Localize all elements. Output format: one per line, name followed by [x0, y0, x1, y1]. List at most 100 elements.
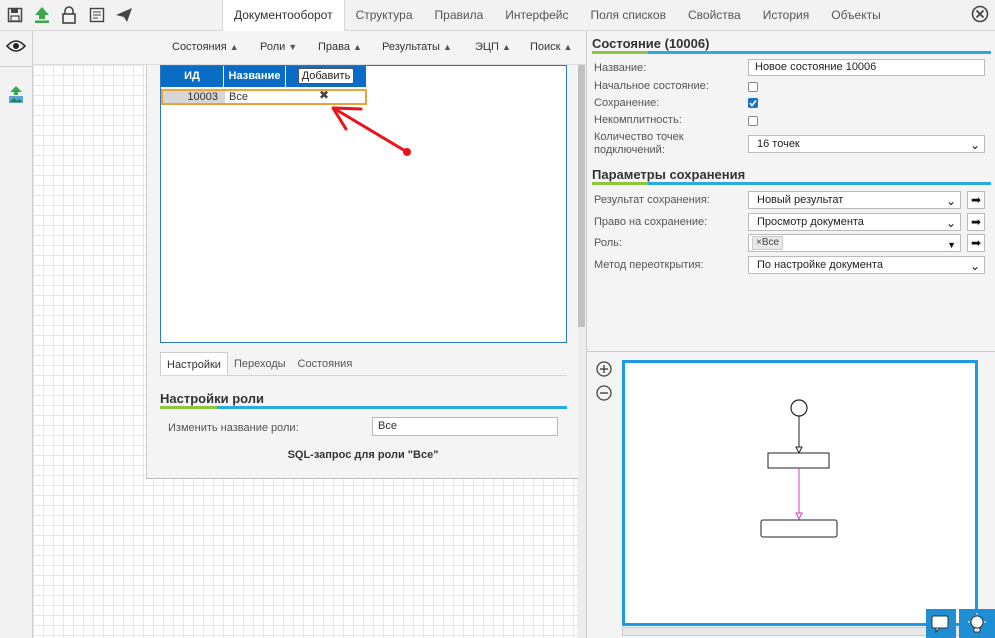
- initial-state-checkbox[interactable]: [748, 82, 758, 92]
- menu-states-label: Состояния: [172, 41, 227, 53]
- save-result-value: Новый результат: [757, 194, 844, 206]
- send-icon[interactable]: [113, 4, 135, 26]
- chevron-up-icon: ▲: [501, 42, 511, 52]
- checkmark-icon: [748, 98, 758, 108]
- menu-states[interactable]: Состояния ▲: [172, 31, 239, 65]
- initial-state-label: Начальное состояние:: [594, 80, 709, 92]
- zoom-out-icon[interactable]: [596, 385, 612, 401]
- eye-icon[interactable]: [5, 39, 27, 53]
- section-underline: [592, 51, 991, 54]
- menu-eds-label: ЭЦП: [475, 41, 499, 53]
- reopen-method-label: Метод переоткрытия:: [594, 259, 704, 271]
- incomplete-checkbox[interactable]: [748, 116, 758, 126]
- tab-properties[interactable]: Свойства: [677, 0, 752, 31]
- lightbulb-icon[interactable]: [959, 609, 995, 638]
- chevron-down-icon: ⌄: [945, 194, 956, 208]
- chevron-up-icon: ▲: [563, 42, 573, 52]
- tab-history[interactable]: История: [752, 0, 821, 31]
- tab-role-states[interactable]: Состояния: [292, 352, 359, 375]
- section-underline: [160, 406, 567, 409]
- section-toolbar: Состояния ▲ Роли ▼ Права ▲ Результаты ▲ ЭЦП ▲…: [33, 31, 586, 65]
- go-arrow-button[interactable]: ➡: [967, 213, 985, 231]
- save-right-value: Просмотр документа: [757, 216, 864, 228]
- save-right-select[interactable]: Просмотр документа ⌄: [748, 213, 961, 231]
- incomplete-label: Некомплитность:: [594, 114, 682, 126]
- menu-rights-label: Права: [318, 41, 350, 53]
- left-icon-column: [0, 31, 33, 638]
- state-diagram-area: [586, 351, 995, 638]
- rename-role-input[interactable]: Все: [372, 417, 558, 436]
- points-label: Количество точек подключений:: [594, 131, 684, 156]
- chevron-down-icon: ⌄: [945, 216, 956, 230]
- menu-results[interactable]: Результаты ▲: [382, 31, 452, 65]
- role-subtabs: Настройки Переходы Состояния: [160, 352, 567, 376]
- tab-interface[interactable]: Интерфейс: [494, 0, 579, 31]
- role-settings-title: Настройки роли: [160, 391, 265, 406]
- role-tag[interactable]: ×Все: [752, 236, 784, 250]
- chevron-up-icon: ▲: [229, 42, 239, 52]
- sql-query-caption: SQL-запрос для роли "Все": [287, 449, 439, 461]
- caret-down-icon: ▼: [947, 240, 956, 250]
- upload-icon[interactable]: [31, 4, 53, 26]
- arrowhead-icon: [795, 446, 803, 455]
- lock-icon[interactable]: [58, 4, 80, 26]
- chevron-up-icon: ▲: [352, 42, 362, 52]
- chevron-down-icon: ▼: [288, 42, 298, 52]
- tab-structure[interactable]: Структура: [345, 0, 424, 31]
- upload-image-icon[interactable]: [8, 86, 24, 104]
- diagram-canvas[interactable]: [622, 360, 978, 626]
- tab-objects[interactable]: Объекты: [820, 0, 892, 31]
- zoom-in-icon[interactable]: [596, 361, 612, 377]
- role-multiselect[interactable]: ×Все ▼: [748, 234, 961, 252]
- document-icon[interactable]: [86, 4, 108, 26]
- tab-role-settings[interactable]: Настройки: [160, 352, 228, 375]
- horizontal-scrollbar[interactable]: [622, 627, 978, 636]
- menu-results-label: Результаты: [382, 41, 440, 53]
- menu-rights[interactable]: Права ▲: [318, 31, 362, 65]
- close-circle-icon[interactable]: [971, 5, 989, 23]
- points-select[interactable]: 16 точек ⌄: [748, 135, 985, 153]
- menu-search-label: Поиск: [530, 41, 561, 53]
- arrowhead-icon: [795, 512, 803, 521]
- state-title: Состояние (10006): [592, 36, 710, 51]
- main-tabs: Документооборот Структура Правила Интерф…: [222, 0, 892, 32]
- tab-docflow[interactable]: Документооборот: [222, 0, 345, 32]
- start-node[interactable]: [790, 399, 808, 417]
- state-node-selected[interactable]: [760, 519, 838, 538]
- save-icon[interactable]: [4, 4, 26, 26]
- state-name-input[interactable]: Новое состояние 10006: [748, 59, 985, 76]
- scrollbar-thumb[interactable]: [578, 65, 585, 327]
- save-label: Сохранение:: [594, 97, 660, 109]
- tab-role-transitions[interactable]: Переходы: [228, 352, 292, 375]
- chevron-down-icon: ⌄: [969, 138, 980, 152]
- menu-roles-label: Роли: [260, 41, 286, 53]
- save-checkbox[interactable]: [748, 98, 758, 108]
- go-arrow-button[interactable]: ➡: [967, 234, 985, 252]
- reopen-method-value: По настройке документа: [757, 259, 883, 271]
- chat-icon[interactable]: [926, 609, 956, 638]
- role-label: Роль:: [594, 237, 622, 249]
- points-select-value: 16 точек: [757, 138, 800, 150]
- state-properties-panel: Состояние (10006) Название: Новое состоя…: [586, 31, 995, 351]
- save-result-select[interactable]: Новый результат ⌄: [748, 191, 961, 209]
- menu-eds[interactable]: ЭЦП ▲: [475, 31, 511, 65]
- top-bar: Документооборот Структура Правила Интерф…: [0, 0, 995, 32]
- state-node[interactable]: [767, 452, 830, 469]
- rename-role-label: Изменить название роли:: [168, 422, 299, 434]
- tab-list-fields[interactable]: Поля списков: [579, 0, 677, 31]
- red-annotation-arrow-icon: [331, 106, 411, 156]
- menu-roles[interactable]: Роли ▼: [260, 31, 297, 65]
- state-diagram: [760, 399, 838, 538]
- go-arrow-button[interactable]: ➡: [967, 191, 985, 209]
- tab-rules[interactable]: Правила: [424, 0, 495, 31]
- state-name-label: Название:: [594, 62, 647, 74]
- role-tag-label: Все: [761, 237, 780, 248]
- save-params-title: Параметры сохранения: [592, 167, 746, 182]
- section-underline: [592, 182, 991, 185]
- save-right-label: Право на сохранение:: [594, 216, 708, 228]
- reopen-method-select[interactable]: По настройке документа ⌄: [748, 256, 985, 274]
- menu-search[interactable]: Поиск ▲: [530, 31, 572, 65]
- roles-panel: ИД Название Добавить 10003 Все ✖ Настрой…: [146, 65, 578, 479]
- save-result-label: Результат сохранения:: [594, 194, 710, 206]
- divider: [0, 66, 33, 67]
